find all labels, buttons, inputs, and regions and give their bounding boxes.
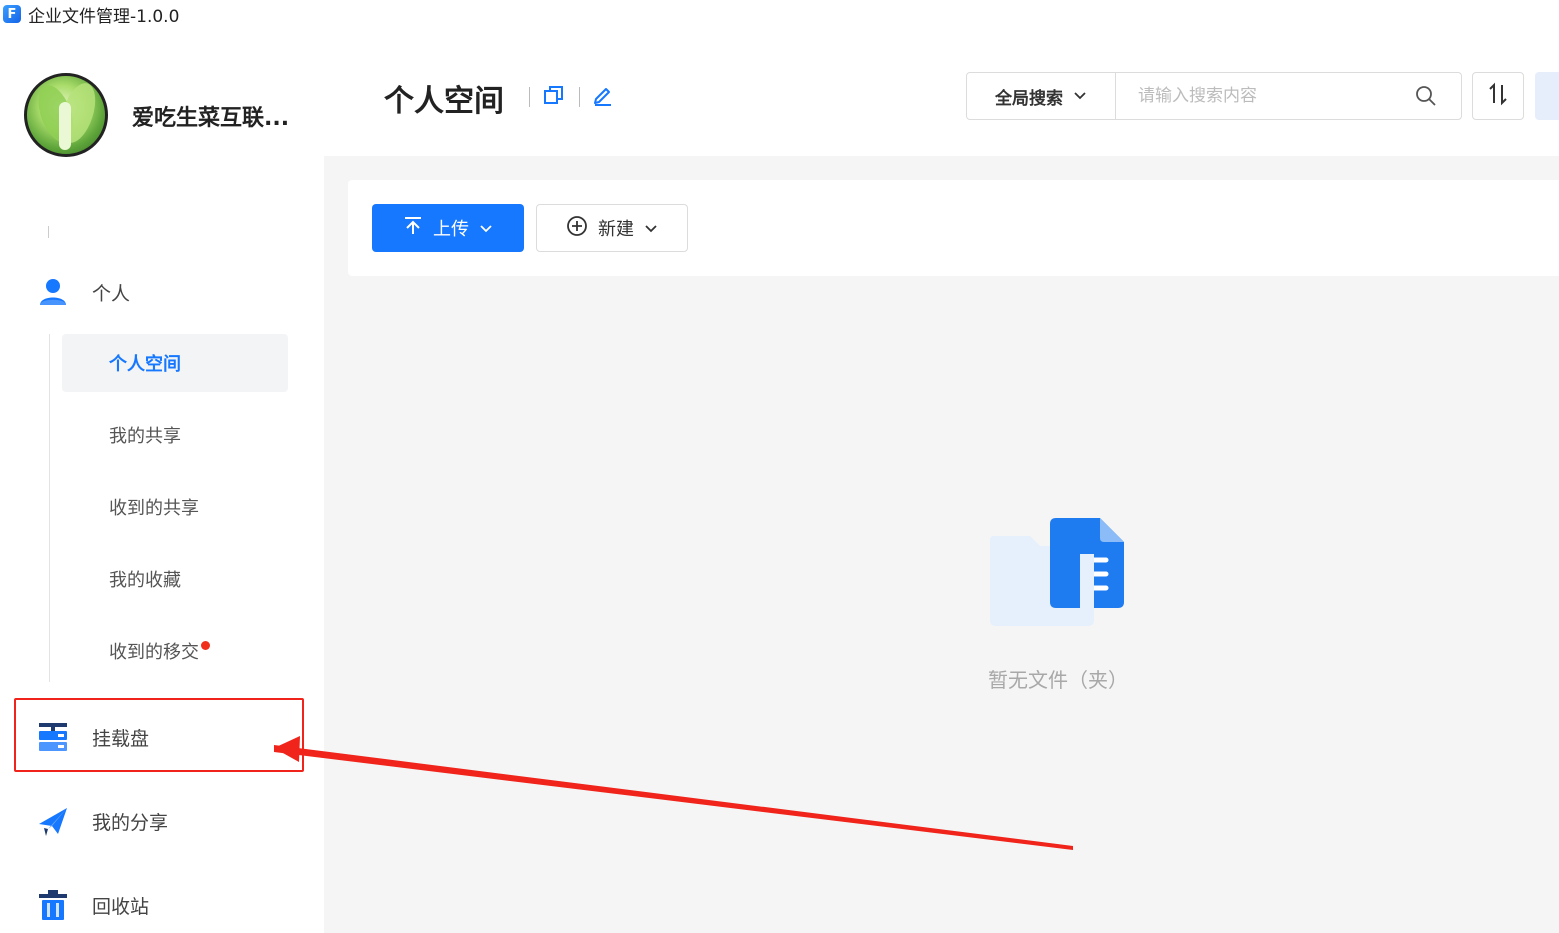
sidebar-item-received-transfers[interactable]: 收到的移交 — [62, 622, 288, 680]
sort-icon — [1486, 82, 1510, 110]
sidebar-item-label: 回收站 — [92, 895, 150, 918]
search-input[interactable] — [1115, 72, 1462, 120]
sidebar-item-favorites[interactable]: 我的收藏 — [62, 550, 288, 608]
main-content: 个人空间 全局搜索 请输入搜索内容 上传 新建 暂无文件（夹） — [324, 28, 1559, 933]
sidebar-item-label: 我的共享 — [109, 426, 181, 447]
edit-icon[interactable] — [592, 84, 614, 106]
search-icon[interactable] — [1414, 84, 1438, 108]
chevron-down-icon — [644, 218, 658, 239]
sidebar-item-label: 收到的共享 — [109, 498, 199, 519]
sidebar-item-label: 挂载盘 — [92, 727, 150, 750]
paper-plane-icon — [36, 804, 70, 838]
new-button-label: 新建 — [598, 219, 634, 240]
upload-button-label: 上传 — [433, 219, 469, 240]
upload-icon — [403, 216, 423, 241]
user-icon — [36, 275, 70, 309]
view-toggle-button[interactable] — [1535, 72, 1559, 120]
search-scope-label: 全局搜索 — [995, 88, 1063, 109]
username[interactable]: 爱吃生菜互联... — [132, 100, 289, 132]
sidebar-item-label: 我的收藏 — [109, 570, 181, 591]
nav-group-personal-label: 个人 — [92, 282, 131, 305]
sidebar-item-my-shares[interactable]: 我的共享 — [62, 406, 288, 464]
avatar[interactable] — [24, 73, 108, 157]
sidebar-item-received-shares[interactable]: 收到的共享 — [62, 478, 288, 536]
chevron-down-icon — [479, 218, 493, 239]
page-title: 个人空间 — [384, 84, 504, 119]
nav-group-personal[interactable]: 个人 — [36, 272, 130, 312]
header: 个人空间 全局搜索 — [324, 28, 1559, 156]
app-title: 企业文件管理-1.0.0 — [28, 6, 180, 27]
new-button[interactable]: 新建 — [536, 204, 688, 252]
sidebar-item-personal-space[interactable]: 个人空间 — [62, 334, 288, 392]
divider — [48, 226, 49, 238]
trash-icon — [36, 888, 70, 922]
divider — [579, 87, 580, 107]
sidebar-item-label: 个人空间 — [109, 354, 181, 375]
empty-state-text: 暂无文件（夹） — [988, 668, 1128, 692]
sort-button[interactable] — [1472, 72, 1524, 120]
copy-icon[interactable] — [543, 84, 565, 106]
sidebar-item-label: 我的分享 — [92, 811, 169, 834]
sidebar-item-recycle-bin[interactable]: 回收站 — [36, 885, 149, 925]
plus-circle-icon — [566, 215, 588, 242]
divider — [529, 87, 530, 107]
toolbar: 上传 新建 — [348, 180, 1559, 276]
chevron-down-icon — [1073, 86, 1087, 106]
sidebar-item-mount-disk[interactable]: 挂载盘 — [36, 717, 149, 757]
search-scope-dropdown[interactable]: 全局搜索 — [966, 72, 1116, 120]
title-bar: F 企业文件管理-1.0.0 — [0, 0, 1559, 28]
empty-folder-icon — [988, 516, 1128, 628]
upload-button[interactable]: 上传 — [372, 204, 524, 252]
app-logo-icon: F — [3, 5, 21, 23]
sidebar-item-my-share[interactable]: 我的分享 — [36, 801, 168, 841]
notification-dot — [201, 640, 210, 650]
sidebar: 爱吃生菜互联... 个人 个人空间 我的共享 收到的共享 我的收藏 收到的移交 — [0, 28, 324, 933]
sub-menu-line — [49, 334, 50, 682]
server-icon — [36, 720, 70, 754]
sidebar-item-label: 收到的移交 — [109, 642, 199, 663]
